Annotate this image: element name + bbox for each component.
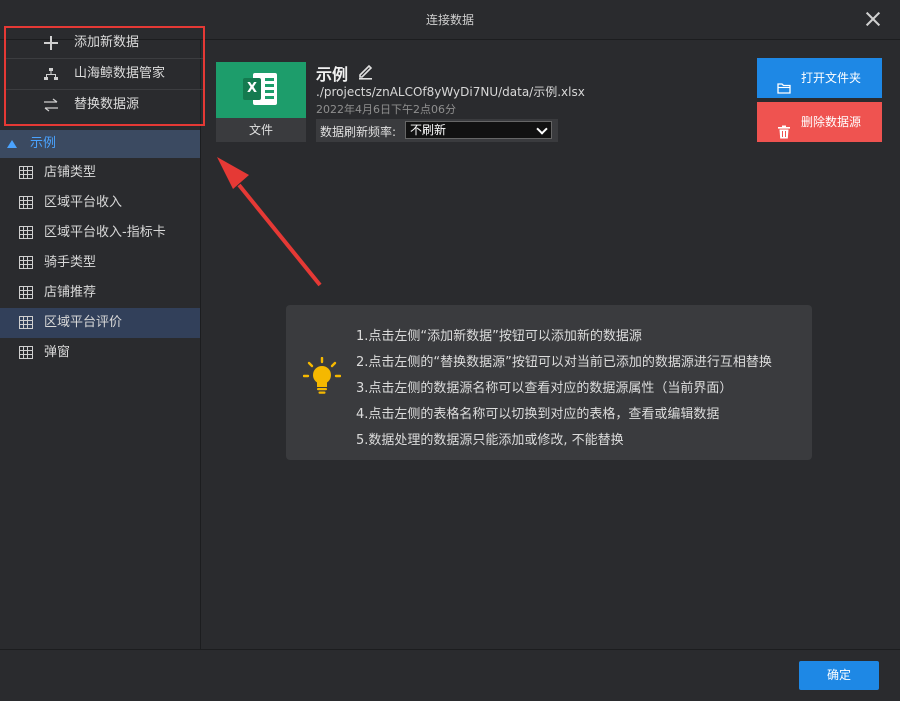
close-icon[interactable] <box>864 10 882 28</box>
table-icon <box>19 256 33 269</box>
table-item[interactable]: 弹窗 <box>0 338 200 368</box>
confirm-button[interactable]: 确定 <box>799 661 879 690</box>
table-icon <box>19 196 33 209</box>
table-item-label: 骑手类型 <box>44 255 97 270</box>
table-item-label: 店铺类型 <box>44 165 97 180</box>
source-name: 示例 <box>316 65 349 84</box>
lightbulb-icon <box>302 356 342 397</box>
table-item[interactable]: 区域平台收入 <box>0 188 200 218</box>
table-item[interactable]: 店铺类型 <box>0 158 200 188</box>
tips-list: 1.点击左侧“添加新数据”按钮可以添加新的数据源 2.点击左侧的“替换数据源”按… <box>356 324 772 454</box>
refresh-frequency: 数据刷新频率: 不刷新 <box>316 119 558 142</box>
tip-line: 1.点击左侧“添加新数据”按钮可以添加新的数据源 <box>356 329 642 344</box>
table-icon <box>19 346 33 359</box>
tip-line: 4.点击左侧的表格名称可以切换到对应的表格，查看或编辑数据 <box>356 407 720 422</box>
source-path: ./projects/znALCOf8yWyDi7NU/data/示例.xlsx <box>316 85 585 99</box>
table-item-label: 店铺推荐 <box>44 285 97 300</box>
delete-source-button[interactable]: 删除数据源 <box>757 102 882 142</box>
excel-icon: X <box>243 72 279 106</box>
add-new-data-button[interactable]: 添加新数据 <box>6 28 203 59</box>
annotation-arrow <box>217 157 322 287</box>
folder-icon <box>777 71 791 94</box>
tips-panel: 1.点击左侧“添加新数据”按钮可以添加新的数据源 2.点击左侧的“替换数据源”按… <box>286 305 812 460</box>
pencil-icon[interactable] <box>357 62 375 80</box>
file-thumbnail: X <box>216 62 306 118</box>
source-date: 2022年4月6日下午2点06分 <box>316 103 456 116</box>
table-item-label: 区域平台评价 <box>44 315 123 330</box>
swap-icon <box>42 90 60 120</box>
caret-up-icon <box>7 140 17 148</box>
delete-source-label: 删除数据源 <box>801 115 862 129</box>
refresh-frequency-select[interactable]: 不刷新 <box>405 121 552 139</box>
dialog-footer: 确定 <box>0 649 900 701</box>
chevron-down-icon <box>536 123 548 135</box>
table-item-label: 区域平台收入-指标卡 <box>44 225 166 240</box>
table-item-label: 弹窗 <box>44 345 71 360</box>
refresh-frequency-label: 数据刷新频率: <box>320 125 397 139</box>
replace-data-source-button[interactable]: 替换数据源 <box>6 90 203 120</box>
data-tree: 示例 店铺类型 区域平台收入 区域平台收入-指标卡 骑手类型 店铺推荐 区域平台… <box>0 130 200 368</box>
table-icon <box>19 316 33 329</box>
data-manager-button[interactable]: 山海鲸数据管家 <box>6 59 203 90</box>
add-data-menu: 添加新数据 山海鲸数据管家 替换数据源 <box>4 26 205 126</box>
open-folder-button[interactable]: 打开文件夹 <box>757 58 882 98</box>
open-folder-label: 打开文件夹 <box>801 71 862 85</box>
menu-item-label: 山海鲸数据管家 <box>74 66 166 81</box>
table-icon <box>19 166 33 179</box>
menu-item-label: 替换数据源 <box>74 97 140 112</box>
org-chart-icon <box>42 59 60 89</box>
table-item[interactable]: 区域平台评价 <box>0 308 200 338</box>
tree-source-label: 示例 <box>30 136 57 151</box>
tree-source-node[interactable]: 示例 <box>0 130 200 158</box>
refresh-frequency-value: 不刷新 <box>410 123 447 137</box>
plus-icon <box>42 28 60 58</box>
tip-line: 5.数据处理的数据源只能添加或修改, 不能替换 <box>356 433 624 448</box>
table-icon <box>19 286 33 299</box>
table-item[interactable]: 骑手类型 <box>0 248 200 278</box>
table-icon <box>19 226 33 239</box>
file-type-label: 文件 <box>248 123 273 137</box>
tip-line: 3.点击左侧的数据源名称可以查看对应的数据源属性（当前界面） <box>356 381 733 396</box>
table-item[interactable]: 店铺推荐 <box>0 278 200 308</box>
file-card[interactable]: X 文件 <box>216 62 306 142</box>
sidebar: 示例 店铺类型 区域平台收入 区域平台收入-指标卡 骑手类型 店铺推荐 区域平台… <box>0 40 201 649</box>
table-item-label: 区域平台收入 <box>44 195 123 210</box>
table-item[interactable]: 区域平台收入-指标卡 <box>0 218 200 248</box>
trash-icon <box>777 115 791 139</box>
tip-line: 2.点击左侧的“替换数据源”按钮可以对当前已添加的数据源进行互相替换 <box>356 355 772 370</box>
menu-item-label: 添加新数据 <box>74 35 140 50</box>
